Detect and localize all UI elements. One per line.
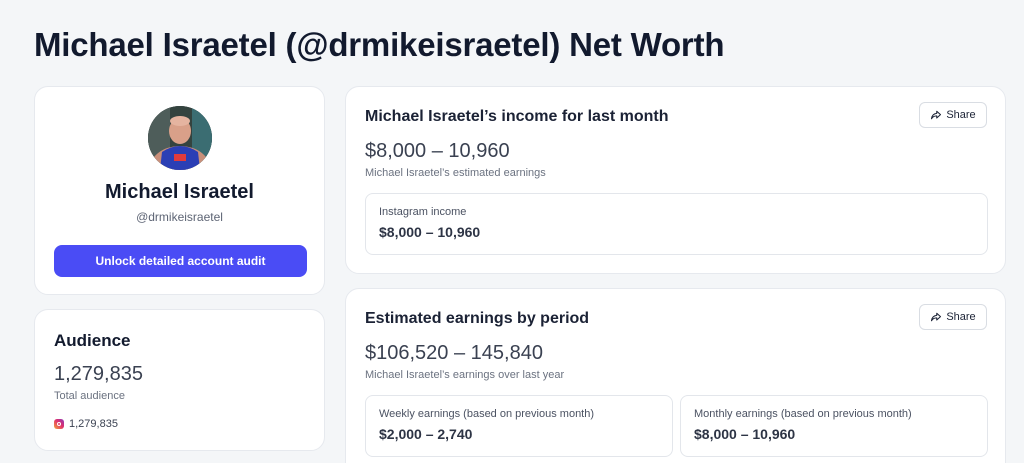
unlock-audit-button[interactable]: Unlock detailed account audit	[54, 245, 307, 277]
avatar	[148, 106, 212, 170]
income-caption: Michael Israetel’s estimated earnings	[365, 167, 546, 179]
monthly-earnings-value: $8,000 – 10,960	[694, 426, 796, 442]
income-card: Michael Israetel’s income for last month…	[345, 86, 1006, 274]
share-icon	[931, 312, 942, 322]
instagram-income-value: $8,000 – 10,960	[379, 224, 481, 240]
earnings-share-button[interactable]: Share	[919, 304, 987, 330]
earnings-share-label: Share	[946, 311, 976, 323]
income-share-label: Share	[946, 109, 976, 121]
profile-card: Michael Israetel @drmikeisraetel Unlock …	[34, 86, 325, 295]
avatar-image	[148, 106, 212, 170]
profile-handle: @drmikeisraetel	[136, 210, 223, 224]
instagram-income-box: Instagram income $8,000 – 10,960	[365, 193, 988, 255]
earnings-card-title: Estimated earnings by period	[365, 310, 590, 327]
page-title: Michael Israetel (@drmikeisraetel) Net W…	[34, 26, 725, 63]
audience-total: 1,279,835	[54, 363, 143, 385]
audience-card: Audience 1,279,835 Total audience 1,279,…	[34, 309, 325, 451]
monthly-earnings-label: Monthly earnings (based on previous mont…	[694, 408, 912, 420]
income-range: $8,000 – 10,960	[365, 140, 510, 162]
instagram-audience-row: 1,279,835	[54, 418, 118, 430]
share-icon	[931, 110, 942, 120]
weekly-earnings-value: $2,000 – 2,740	[379, 426, 473, 442]
income-card-title: Michael Israetel’s income for last month	[365, 108, 669, 125]
monthly-earnings-box: Monthly earnings (based on previous mont…	[680, 395, 988, 457]
instagram-audience-count: 1,279,835	[69, 418, 118, 430]
income-share-button[interactable]: Share	[919, 102, 987, 128]
weekly-earnings-label: Weekly earnings (based on previous month…	[379, 408, 595, 420]
weekly-earnings-box: Weekly earnings (based on previous month…	[365, 395, 673, 457]
instagram-icon	[54, 419, 64, 429]
earnings-card: Estimated earnings by period Share $106,…	[345, 288, 1006, 463]
earnings-caption: Michael Israetel’s earnings over last ye…	[365, 369, 565, 381]
page: Michael Israetel (@drmikeisraetel) Net W…	[0, 0, 1024, 463]
profile-name: Michael Israetel	[105, 181, 254, 203]
instagram-income-label: Instagram income	[379, 206, 467, 218]
audience-title: Audience	[54, 331, 131, 350]
audience-total-label: Total audience	[54, 390, 125, 402]
earnings-range: $106,520 – 145,840	[365, 342, 543, 364]
